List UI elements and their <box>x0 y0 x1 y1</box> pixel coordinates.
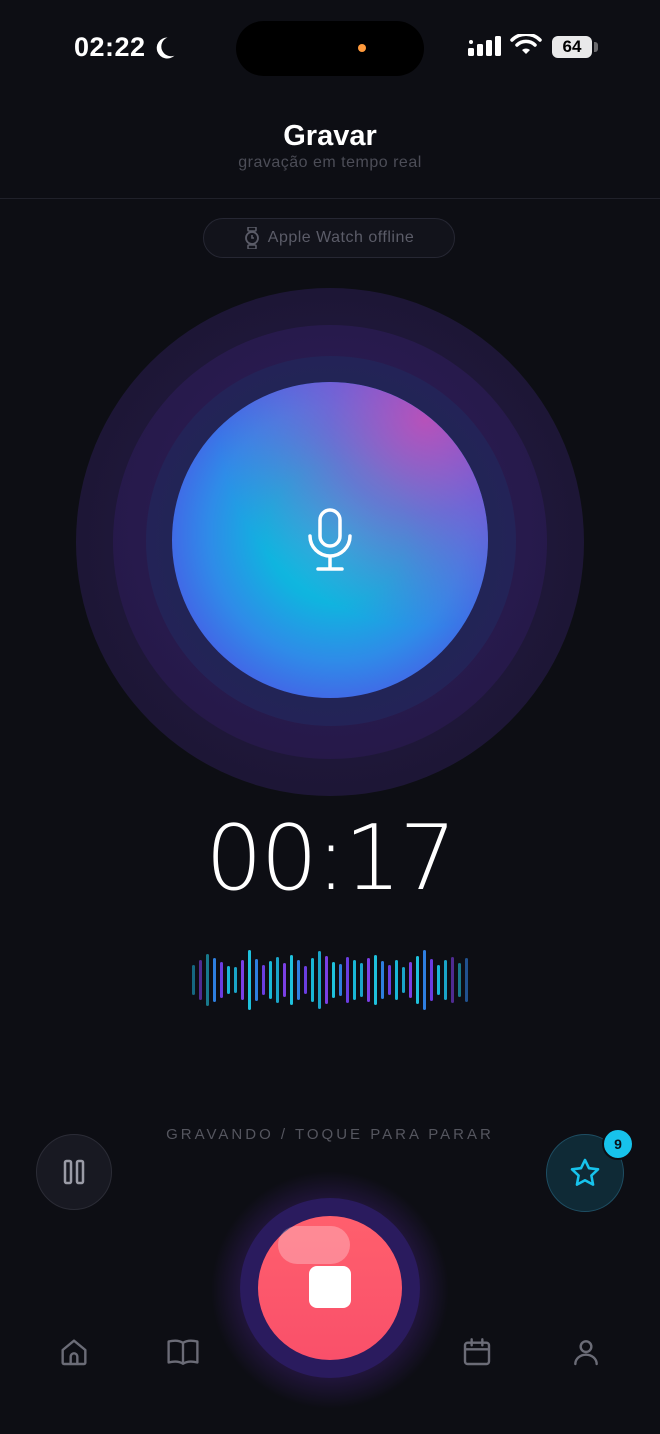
stop-icon <box>309 1266 351 1308</box>
signal-icon <box>468 36 501 56</box>
waveform-bar <box>283 963 286 997</box>
waveform-bar <box>458 963 461 997</box>
waveform-bar <box>304 966 307 994</box>
waveform-bar <box>234 967 237 993</box>
waveform-bar <box>374 955 377 1005</box>
tab-calendar[interactable] <box>457 1332 497 1372</box>
watch-icon <box>244 227 259 249</box>
waveform-bar <box>241 960 244 1000</box>
waveform-bar <box>311 958 314 1002</box>
waveform-bar <box>339 964 342 996</box>
waveform-bar <box>276 957 279 1003</box>
home-icon <box>61 1339 87 1366</box>
pause-button[interactable] <box>36 1134 112 1210</box>
waveform-bar <box>255 959 258 1001</box>
waveform-bar <box>437 965 440 995</box>
book-icon <box>167 1339 199 1365</box>
elapsed-timer: 00:17 <box>205 806 456 911</box>
waveform-bar <box>192 965 195 995</box>
tab-library[interactable] <box>163 1332 203 1372</box>
battery-cap <box>594 42 598 52</box>
pause-icon <box>63 1159 85 1185</box>
waveform-bar <box>297 960 300 1000</box>
audio-waveform <box>192 950 468 1010</box>
waveform-bar <box>388 965 391 995</box>
page-title: Gravar <box>283 120 377 152</box>
waveform-bar <box>318 951 321 1009</box>
waveform-bar <box>423 950 426 1010</box>
waveform-bar <box>332 962 335 998</box>
waveform-bar <box>248 950 251 1010</box>
waveform-bar <box>451 957 454 1003</box>
wifi-icon <box>510 34 542 54</box>
tab-home[interactable] <box>54 1332 94 1372</box>
waveform-bar <box>395 960 398 1000</box>
page-subtitle: gravação em tempo real <box>238 154 422 171</box>
dynamic-island <box>236 21 424 76</box>
microphone-icon <box>308 508 352 571</box>
waveform-bar <box>409 962 412 998</box>
waveform-bar <box>430 959 433 1001</box>
status-time: 02:22 <box>74 32 146 62</box>
waveform-bar <box>269 961 272 999</box>
header-divider <box>0 198 660 199</box>
recording-status-text: GRAVANDO / TOQUE PARA PARAR <box>166 1126 494 1143</box>
watch-status-pill[interactable]: Apple Watch offline <box>203 218 455 258</box>
waveform-bar <box>444 960 447 1000</box>
stop-button-highlight <box>278 1226 350 1264</box>
person-icon <box>574 1340 598 1366</box>
privacy-indicator-dot <box>358 44 366 52</box>
waveform-bar <box>220 962 223 998</box>
waveform-bar <box>199 960 202 1000</box>
calendar-icon <box>463 1338 491 1366</box>
waveform-bar <box>325 956 328 1004</box>
moon-icon <box>156 37 175 59</box>
waveform-bar <box>346 957 349 1003</box>
waveform-bar <box>465 958 468 1002</box>
tab-profile[interactable] <box>566 1332 606 1372</box>
waveform-bar <box>227 966 230 994</box>
waveform-bar <box>213 958 216 1002</box>
waveform-bar <box>290 955 293 1005</box>
battery-icon: 64 <box>552 36 592 58</box>
waveform-bar <box>416 956 419 1004</box>
favorite-count-badge: 9 <box>602 1128 634 1160</box>
waveform-bar <box>367 958 370 1002</box>
watch-status-label: Apple Watch offline <box>267 229 415 246</box>
star-icon <box>570 1158 600 1186</box>
waveform-bar <box>360 963 363 997</box>
waveform-bar <box>262 965 265 995</box>
waveform-bar <box>381 961 384 999</box>
waveform-bar <box>402 967 405 993</box>
waveform-bar <box>353 960 356 1000</box>
waveform-bar <box>206 954 209 1006</box>
